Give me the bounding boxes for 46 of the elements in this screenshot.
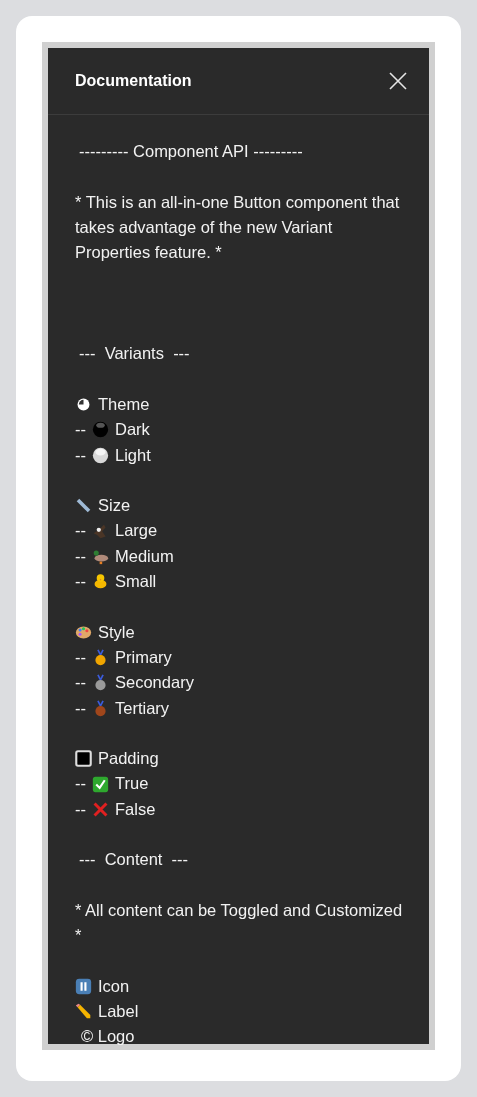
section-heading: --- Variants --- xyxy=(78,343,191,365)
pencil-icon xyxy=(75,1003,92,1021)
list-label: Primary xyxy=(115,646,172,668)
dash-text: -- xyxy=(75,697,86,719)
list-label: True xyxy=(115,773,149,795)
dash-text: -- xyxy=(75,773,86,795)
second-place-medal-icon xyxy=(92,674,109,692)
list-label: Tertiary xyxy=(115,697,170,719)
list-label: Medium xyxy=(115,545,174,567)
list-label: Padding xyxy=(98,748,159,770)
list-label: Icon xyxy=(98,975,130,997)
list-label: Large xyxy=(115,520,158,542)
cross-icon xyxy=(92,800,109,818)
dash-text: -- xyxy=(75,444,86,466)
dash-text: -- xyxy=(75,672,86,694)
dash-text: -- xyxy=(75,646,86,668)
list-label: False xyxy=(115,798,156,820)
list-label: Light xyxy=(115,444,151,466)
close-icon[interactable] xyxy=(388,71,408,91)
pause-icon xyxy=(75,977,92,995)
list-label: © Logo xyxy=(80,1026,136,1048)
check-icon xyxy=(92,775,109,793)
section-heading: --------- Component API --------- xyxy=(78,141,304,162)
ruler-icon xyxy=(75,497,92,515)
first-place-medal-icon xyxy=(92,649,109,667)
dash-text: -- xyxy=(75,798,86,820)
light-ball-icon xyxy=(92,446,109,464)
description-text: * This is an all-in-one Button component that takes advantage of the new Variant Properties feature. * xyxy=(75,191,401,264)
list-label: Style xyxy=(98,621,135,643)
description-text: * All content can be Toggled and Customized * xyxy=(75,899,404,947)
dash-text: -- xyxy=(75,545,86,567)
dash-text: -- xyxy=(75,520,86,542)
section-heading: --- Content --- xyxy=(78,849,190,871)
list-label: Label xyxy=(98,1001,139,1023)
dash-text: -- xyxy=(75,571,86,593)
dash-text: -- xyxy=(75,419,86,441)
list-label: Theme xyxy=(98,393,150,415)
list-label: Size xyxy=(98,495,131,517)
square-icon xyxy=(75,750,92,768)
third-place-medal-icon xyxy=(92,699,109,717)
list-label: Dark xyxy=(115,419,150,441)
list-label: Small xyxy=(115,571,157,593)
chick-icon xyxy=(92,573,109,591)
list-label: Secondary xyxy=(115,672,194,694)
panel-title: Documentation xyxy=(75,72,192,90)
dark-ball-icon xyxy=(92,421,109,439)
